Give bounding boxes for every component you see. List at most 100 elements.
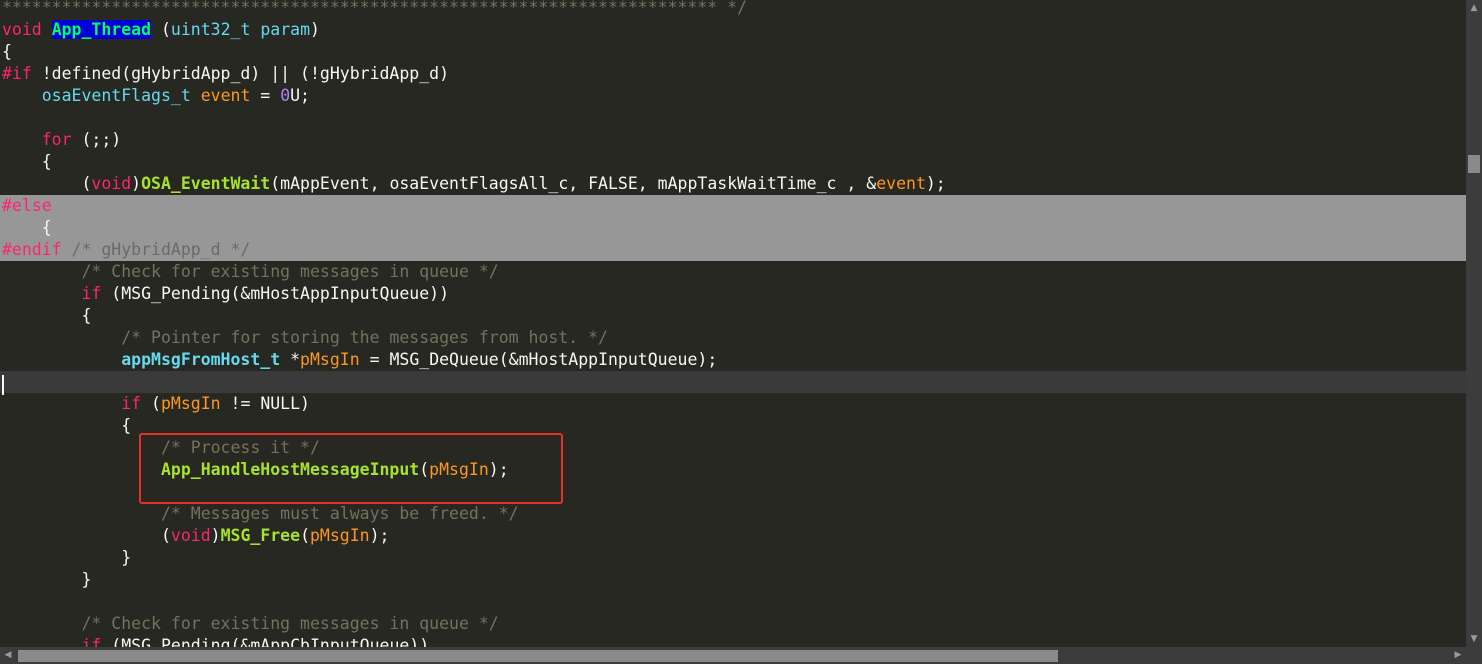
code-text-token: (MSG_Pending(&mHostAppInputQueue)): [101, 284, 450, 303]
code-line[interactable]: App_HandleHostMessageInput(pMsgIn);: [0, 459, 1466, 481]
code-area[interactable]: ****************************************…: [0, 0, 1466, 647]
identifier-token: event: [200, 86, 251, 105]
code-text-token: =: [250, 86, 281, 105]
number-token: 0: [280, 86, 291, 105]
identifier-token: pMsgIn: [300, 350, 360, 369]
code-line[interactable]: ****************************************…: [0, 0, 1466, 19]
comment-token: /* Process it */: [160, 438, 320, 457]
identifier-token: pMsgIn: [160, 394, 221, 413]
code-text-token: (mAppEvent, osaEventFlagsAll_c, FALSE, m…: [270, 174, 877, 193]
code-line[interactable]: /* Check for existing messages in queue …: [0, 613, 1466, 635]
type-token: param: [260, 20, 310, 39]
scrollbar-corner: [1466, 647, 1482, 664]
code-text-token: !defined(gHybridApp_d) || (!gHybridApp_d…: [31, 64, 450, 83]
code-line[interactable]: /* Process it */: [0, 437, 1466, 459]
function-token: App_HandleHostMessageInput: [160, 460, 420, 479]
search-highlight-token: App_Thread: [51, 20, 152, 39]
keyword-token: void: [91, 174, 132, 193]
code-text-token: ): [210, 526, 221, 545]
code-text-token: }: [2, 570, 92, 589]
code-line[interactable]: [0, 481, 1466, 503]
code-line[interactable]: /* Pointer for storing the messages from…: [0, 327, 1466, 349]
code-line[interactable]: }: [0, 569, 1466, 591]
code-text-token: (: [419, 460, 430, 479]
comment-token: /* Check for existing messages in queue …: [81, 614, 499, 633]
identifier-token: pMsgIn: [429, 460, 489, 479]
code-text-token: != NULL): [220, 394, 310, 413]
keyword-token: for: [41, 130, 72, 149]
code-text-token: ): [310, 20, 320, 39]
horizontal-scroll-thumb[interactable]: [18, 650, 1058, 662]
code-line[interactable]: /* Messages must always be freed. */: [0, 503, 1466, 525]
keyword-token: #else: [2, 196, 52, 215]
code-text-token: (: [2, 526, 171, 545]
code-line[interactable]: [0, 107, 1466, 129]
code-text-token: }: [2, 548, 132, 567]
code-line[interactable]: [0, 591, 1466, 613]
code-line[interactable]: {: [0, 305, 1466, 327]
code-text-token: (: [2, 174, 92, 193]
code-text-token: (: [141, 394, 161, 413]
code-line[interactable]: /* Check for existing messages in queue …: [0, 261, 1466, 283]
arrow-right-icon[interactable]: ▶: [1450, 647, 1466, 664]
code-text-token: );: [369, 526, 390, 545]
type-token: uint32_t: [170, 20, 251, 39]
code-line[interactable]: {: [0, 151, 1466, 173]
comment-token: /* Pointer for storing the messages from…: [121, 328, 608, 347]
code-line[interactable]: if (MSG_Pending(&mHostAppInputQueue)): [0, 283, 1466, 305]
comment-token: /* Messages must always be freed. */: [160, 504, 519, 523]
code-text-token: U;: [290, 86, 310, 105]
code-text-token: {: [2, 152, 52, 171]
code-line-current[interactable]: [0, 371, 1466, 393]
code-line[interactable]: }: [0, 547, 1466, 569]
keyword-token: if: [81, 636, 102, 647]
keyword-token: #endif: [2, 240, 62, 259]
code-line[interactable]: (void)OSA_EventWait(mAppEvent, osaEventF…: [0, 173, 1466, 195]
code-line[interactable]: appMsgFromHost_t *pMsgIn = MSG_DeQueue(&…: [0, 349, 1466, 371]
vertical-scrollbar[interactable]: ▲ ▼: [1466, 0, 1482, 647]
code-text-token: (: [300, 526, 310, 545]
code-line[interactable]: osaEventFlags_t event = 0U;: [0, 85, 1466, 107]
code-line-inactive[interactable]: {: [0, 217, 1466, 239]
code-line-inactive[interactable]: #else: [0, 195, 1466, 217]
code-text-token: ): [131, 174, 142, 193]
vertical-scroll-thumb[interactable]: [1468, 155, 1480, 173]
code-text-token: {: [2, 306, 92, 325]
arrow-down-icon[interactable]: ▼: [1466, 631, 1482, 647]
code-text-token: {: [2, 218, 52, 237]
arrow-up-icon[interactable]: ▲: [1466, 0, 1482, 16]
code-line[interactable]: {: [0, 415, 1466, 437]
code-line[interactable]: void App_Thread (uint32_t param): [0, 19, 1466, 41]
code-line[interactable]: if (MSG_Pending(&mAppCbInputQueue)): [0, 635, 1466, 647]
code-text-token: {: [2, 416, 132, 435]
horizontal-scrollbar[interactable]: ◀ ▶: [0, 647, 1466, 664]
type-token: osaEventFlags_t: [41, 86, 191, 105]
code-line-inactive[interactable]: #endif /* gHybridApp_d */: [0, 239, 1466, 261]
code-text-token: );: [925, 174, 946, 193]
identifier-token: pMsgIn: [310, 526, 370, 545]
code-text-token: (MSG_Pending(&mAppCbInputQueue)): [101, 636, 430, 647]
code-line[interactable]: {: [0, 41, 1466, 63]
code-text-token: *: [280, 350, 301, 369]
code-text-token: (: [151, 20, 171, 39]
code-line[interactable]: for (;;): [0, 129, 1466, 151]
code-line[interactable]: #if !defined(gHybridApp_d) || (!gHybridA…: [0, 63, 1466, 85]
text-caret: [2, 375, 4, 395]
code-text-token: = MSG_DeQueue(&mHostAppInputQueue);: [359, 350, 718, 369]
type-token: appMsgFromHost_t: [121, 350, 281, 369]
keyword-token: if: [81, 284, 102, 303]
code-line[interactable]: (void)MSG_Free(pMsgIn);: [0, 525, 1466, 547]
code-text-token: (;;): [71, 130, 122, 149]
arrow-left-icon[interactable]: ◀: [0, 647, 16, 664]
code-line[interactable]: if (pMsgIn != NULL): [0, 393, 1466, 415]
code-editor[interactable]: ****************************************…: [0, 0, 1482, 664]
